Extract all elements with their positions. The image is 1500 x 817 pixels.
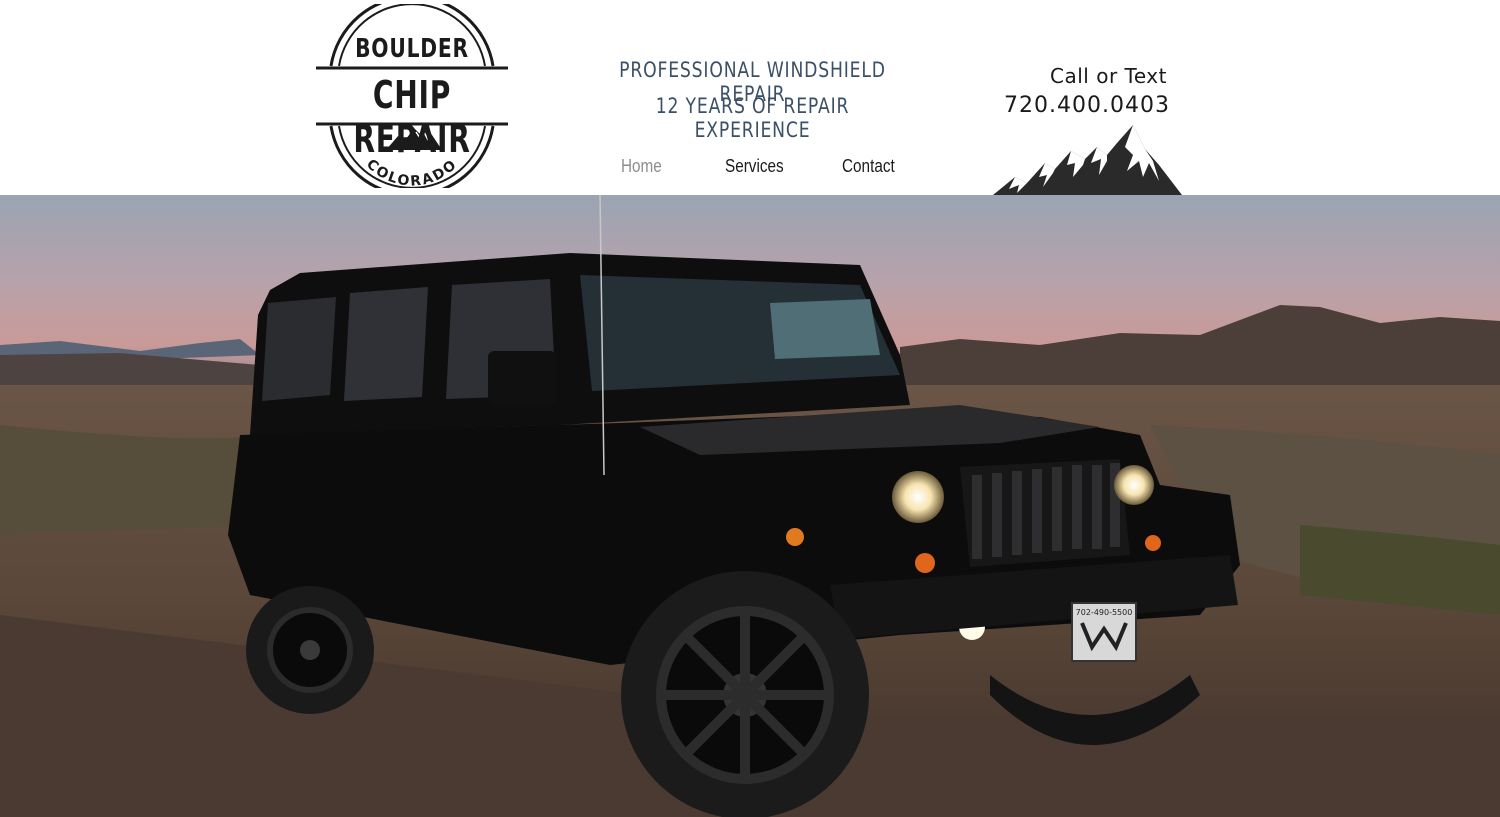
nav-contact-link[interactable]: Contact [842, 156, 895, 177]
jeep-desert-photo: 702-490-5500 [0, 195, 1500, 817]
hero-image: 702-490-5500 [0, 195, 1500, 817]
license-plate-text: 702-490-5500 [1076, 608, 1133, 617]
logo-top-text: BOULDER [355, 34, 469, 64]
nav-services-link[interactable]: Services [725, 156, 784, 177]
call-or-text-label: Call or Text [1050, 64, 1167, 88]
nav-home-link[interactable]: Home [621, 156, 662, 177]
site-logo[interactable]: COLORADO BOULDER CHIP REPAIR [312, 4, 512, 188]
mountain-icon [993, 125, 1182, 195]
logo-main-text: CHIP REPAIR [353, 73, 471, 161]
phone-number-link[interactable]: 720.400.0403 [990, 93, 1170, 118]
tagline-experience: 12 Years of Repair Experience [655, 94, 850, 142]
site-header: COLORADO BOULDER CHIP REPAIR Professiona… [0, 0, 1500, 195]
